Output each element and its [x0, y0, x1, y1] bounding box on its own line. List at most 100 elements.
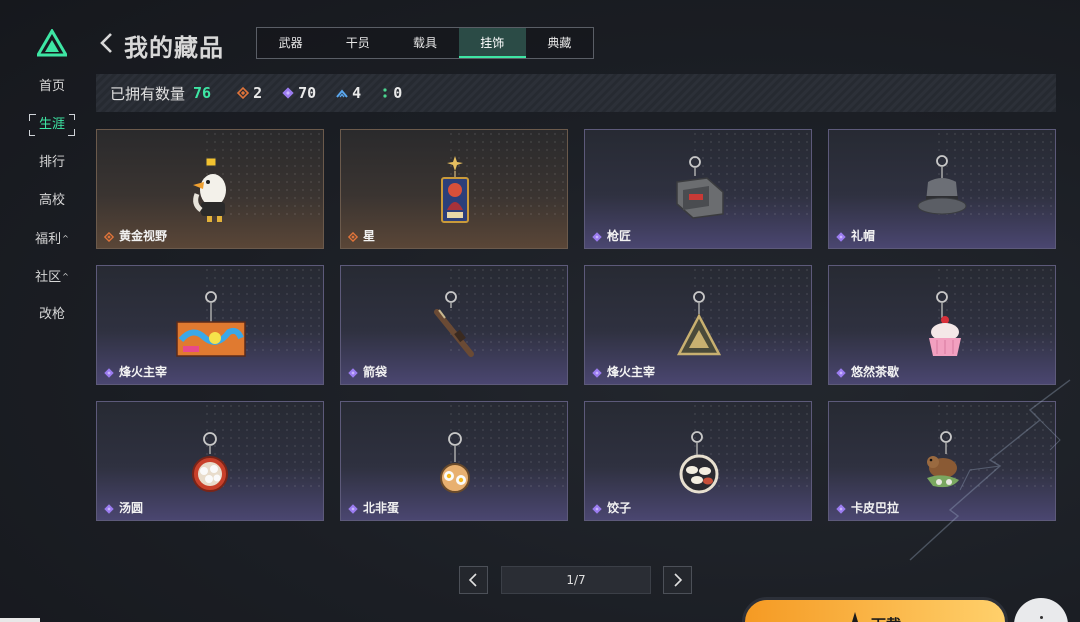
owned-count-label: 已拥有数量 — [110, 84, 186, 103]
purple-diamond-icon — [348, 368, 358, 378]
sidebar-item-label: 排行 — [38, 155, 65, 170]
tab-weapons[interactable]: 武器 — [257, 28, 324, 58]
sidebar-item-label: 社区 — [35, 270, 62, 285]
rarity-count-purple: 70 — [282, 84, 316, 102]
rarity-count-value: 0 — [393, 84, 403, 102]
charm-card[interactable]: 枪匠 — [584, 129, 812, 249]
owned-count-value: 76 — [193, 84, 212, 102]
triangle-logo-icon[interactable] — [37, 29, 67, 57]
eagle-keychain-icon — [193, 157, 226, 222]
graffiti-sign-keychain-icon — [176, 291, 246, 357]
charm-name: 汤圆 — [119, 501, 144, 515]
charm-card[interactable]: 黄金视野 — [96, 129, 324, 249]
sidebar-item-welfare[interactable]: 福利^ — [26, 228, 78, 250]
chevron-up-icon: ^ — [62, 234, 69, 243]
rarity-count-value: 2 — [253, 84, 263, 102]
charm-card[interactable]: 礼帽 — [828, 129, 1056, 249]
sidebar-item-home[interactable]: 首页 — [26, 76, 78, 98]
back-chevron-icon[interactable] — [97, 30, 117, 56]
collection-stats-bar: 已拥有数量 76 2 70 4 0 — [96, 74, 1056, 112]
charm-card[interactable]: 星 — [340, 129, 568, 249]
charm-card[interactable]: 卡皮巴拉 — [828, 401, 1056, 521]
tab-collectibles[interactable]: 典藏 — [526, 28, 593, 58]
pager-prev-button[interactable] — [459, 566, 488, 594]
sidebar-item-career[interactable]: 生涯 — [29, 114, 75, 136]
dumpling-plate-keychain-icon — [679, 431, 719, 494]
corner-divider — [0, 618, 40, 622]
charm-name: 北非蛋 — [363, 501, 400, 515]
charm-card[interactable]: 箭袋 — [340, 265, 568, 385]
purple-diamond-icon — [836, 504, 846, 514]
gold-diamond-icon — [104, 232, 114, 242]
rarity-count-gold: 2 — [237, 84, 262, 102]
sidebar-item-label: 生涯 — [38, 117, 65, 132]
charm-name: 星 — [363, 229, 376, 243]
download-label: 下载 — [871, 614, 901, 622]
charm-card[interactable]: 烽火主宰 — [96, 265, 324, 385]
download-button[interactable]: 下载 — [742, 597, 1008, 622]
rarity-count-blue: 4 — [336, 84, 361, 102]
tangyuan-bowl-keychain-icon — [192, 432, 228, 492]
sidebar-item-label: 高校 — [38, 193, 65, 208]
sidebar-item-ranking[interactable]: 排行 — [26, 152, 78, 174]
purple-diamond-icon — [836, 368, 846, 378]
cupcake-keychain-icon — [929, 291, 961, 356]
gold-diamond-icon — [348, 232, 358, 242]
star-card-keychain-icon — [441, 156, 469, 223]
purple-diamond-icon — [348, 504, 358, 514]
sidebar-item-label: 改枪 — [38, 307, 65, 322]
charm-name: 饺子 — [607, 501, 632, 515]
gold-diamond-icon — [237, 87, 250, 99]
tab-vehicles[interactable]: 载具 — [391, 28, 458, 58]
charm-card[interactable]: 悠然茶歇 — [828, 265, 1056, 385]
triangle-emblem-keychain-icon — [676, 291, 722, 356]
charm-name: 礼帽 — [851, 229, 876, 243]
quiver-keychain-icon — [434, 291, 474, 357]
page-indicator: 1/7 — [501, 566, 651, 594]
gunsmith-box-keychain-icon — [676, 156, 724, 219]
charm-name: 枪匠 — [607, 229, 632, 243]
rarity-count-green: 0 — [381, 84, 402, 102]
sidebar-item-gunsmith[interactable]: 改枪 — [26, 304, 78, 326]
purple-diamond-icon — [592, 232, 602, 242]
download-arrow-icon — [852, 612, 858, 622]
top-hat-keychain-icon — [917, 155, 967, 215]
tab-charms[interactable]: 挂饰 — [458, 28, 526, 58]
chevron-up-icon: ^ — [62, 272, 69, 281]
sidebar-item-label: 福利 — [35, 232, 62, 247]
purple-diamond-icon — [104, 504, 114, 514]
purple-diamond-icon — [836, 232, 846, 242]
sidebar-item-label: 首页 — [38, 79, 65, 94]
sidebar-nav: 首页 生涯 排行 高校 福利^ 社区^ 改枪 — [26, 76, 78, 342]
charm-card[interactable]: 汤圆 — [96, 401, 324, 521]
green-dots-icon — [383, 88, 387, 98]
chevron-left-icon — [468, 573, 477, 587]
tab-operators[interactable]: 干员 — [324, 28, 391, 58]
charm-card[interactable]: 烽火主宰 — [584, 265, 812, 385]
pager-next-button[interactable] — [663, 566, 692, 594]
category-tabs: 武器 干员 载具 挂饰 典藏 — [256, 27, 594, 59]
sidebar-item-college[interactable]: 高校 — [26, 190, 78, 212]
rarity-count-value: 70 — [298, 84, 317, 102]
charm-name: 箭袋 — [363, 365, 388, 379]
purple-diamond-icon — [104, 368, 114, 378]
charm-card[interactable]: 北非蛋 — [340, 401, 568, 521]
capybara-keychain-icon — [927, 431, 959, 488]
rarity-count-value: 4 — [352, 84, 362, 102]
purple-diamond-icon — [282, 87, 294, 99]
charm-name: 悠然茶歇 — [851, 365, 900, 379]
charm-name: 卡皮巴拉 — [851, 501, 900, 515]
chevron-right-icon — [674, 573, 683, 587]
purple-diamond-icon — [592, 504, 602, 514]
charm-name: 烽火主宰 — [119, 365, 168, 379]
page-title: 我的藏品 — [124, 34, 224, 62]
shakshuka-pan-keychain-icon — [440, 432, 470, 493]
purple-diamond-icon — [592, 368, 602, 378]
sidebar-item-community[interactable]: 社区^ — [26, 266, 78, 288]
more-options-button[interactable] — [1014, 598, 1068, 622]
more-dots-icon — [1040, 616, 1043, 619]
charm-name: 烽火主宰 — [607, 365, 656, 379]
blue-chevron-icon — [336, 89, 348, 98]
charm-name: 黄金视野 — [119, 229, 168, 243]
charm-card[interactable]: 饺子 — [584, 401, 812, 521]
